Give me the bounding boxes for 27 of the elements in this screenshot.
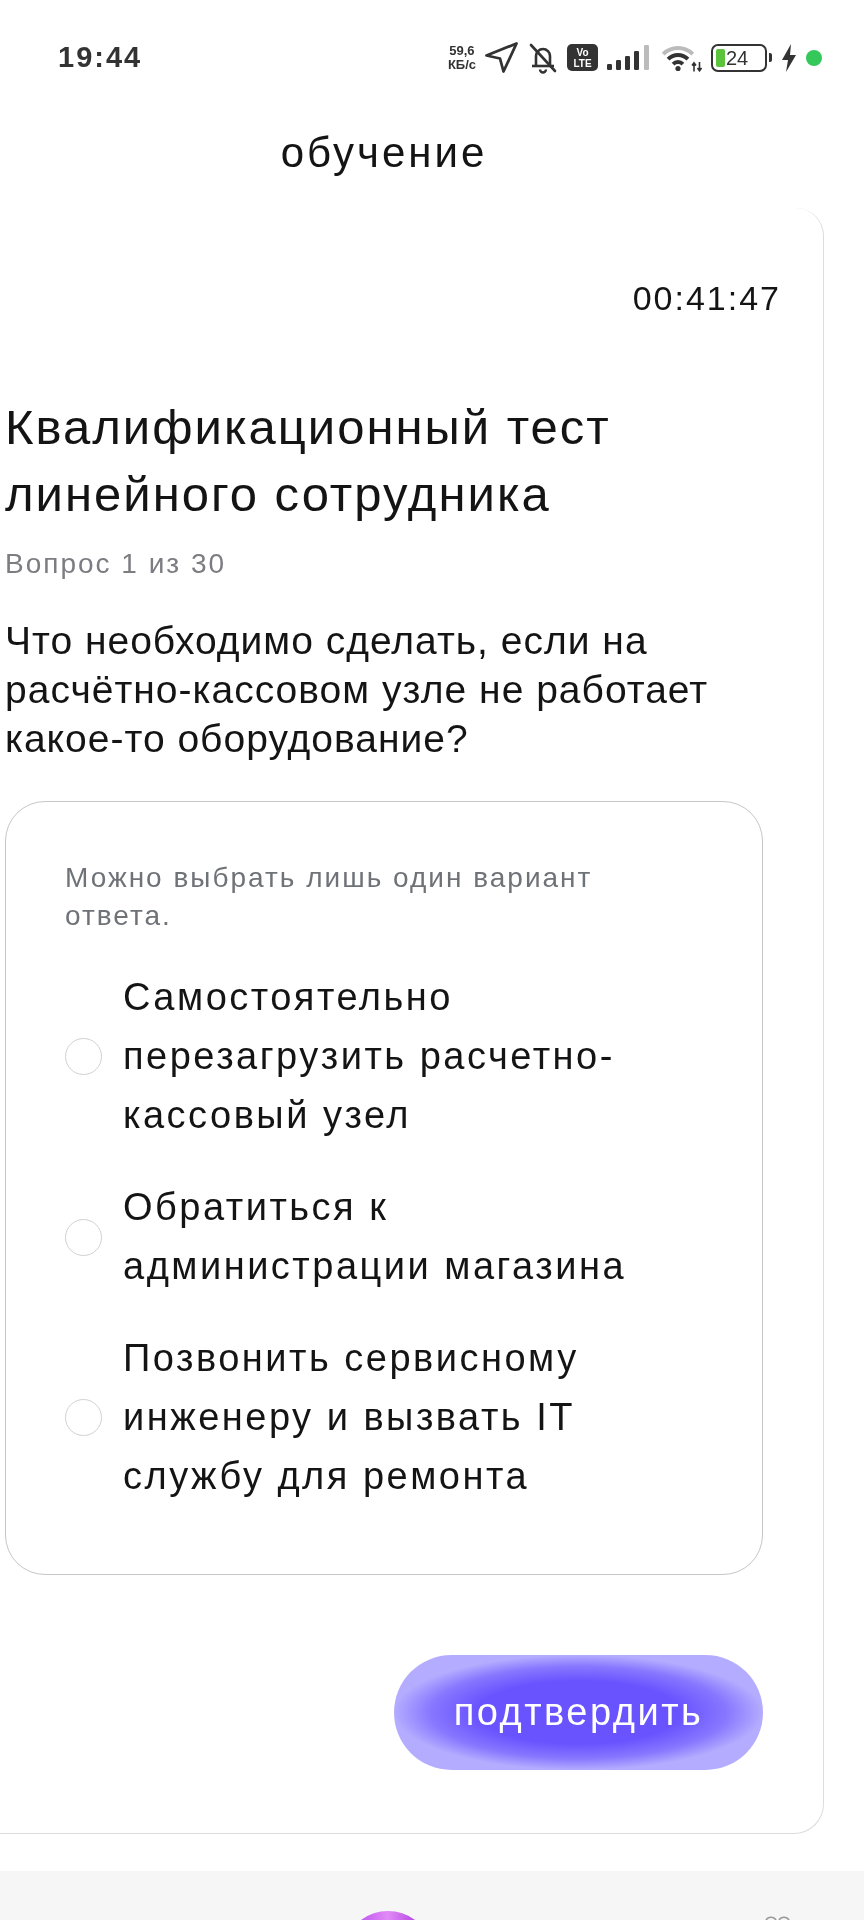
timer: 00:41:47	[632, 278, 781, 318]
status-time: 19:44	[58, 41, 143, 74]
volte-badge: Vo LTE	[567, 44, 598, 71]
battery-fill-icon	[716, 48, 725, 67]
network-speed-unit: КБ/с	[447, 57, 476, 72]
answer-option[interactable]: Позвонить сервисному инженеру и вызвать IT службу для ремонта	[65, 1329, 722, 1506]
page-title: обучение	[280, 128, 488, 177]
network-speed-value: 59,6	[449, 43, 475, 58]
test-title: Квалификационный тест линейного сотрудника	[5, 399, 612, 523]
nav-orb-icon[interactable]	[361, 1911, 415, 1920]
signal-icon	[607, 45, 650, 70]
radio-button[interactable]	[65, 1038, 102, 1075]
radio-button[interactable]	[65, 1218, 102, 1256]
question-counter: Вопрос 1 из 30	[5, 547, 227, 581]
question-text: Что необходимо сделать, если на расчётно-кассовом узле не работает какое-то оборудование?	[5, 618, 710, 762]
nav-icon[interactable]	[764, 1915, 790, 1920]
battery-percent: 24	[726, 47, 749, 68]
wifi-icon	[659, 43, 702, 72]
charging-bolt-icon	[781, 43, 797, 72]
answer-option[interactable]: Обратиться к администрации магазина	[65, 1178, 722, 1296]
answer-option[interactable]: Самостоятельно перезагрузить расчетно-кассовый узел	[65, 968, 722, 1145]
status-dot-icon	[806, 49, 822, 66]
location-arrow-icon	[485, 42, 519, 73]
confirm-button[interactable]: подтвердить	[394, 1655, 763, 1770]
answer-hint: Можно выбрать лишь один вариант ответа.	[65, 861, 594, 933]
bell-off-icon	[528, 41, 558, 74]
radio-button[interactable]	[65, 1399, 102, 1436]
